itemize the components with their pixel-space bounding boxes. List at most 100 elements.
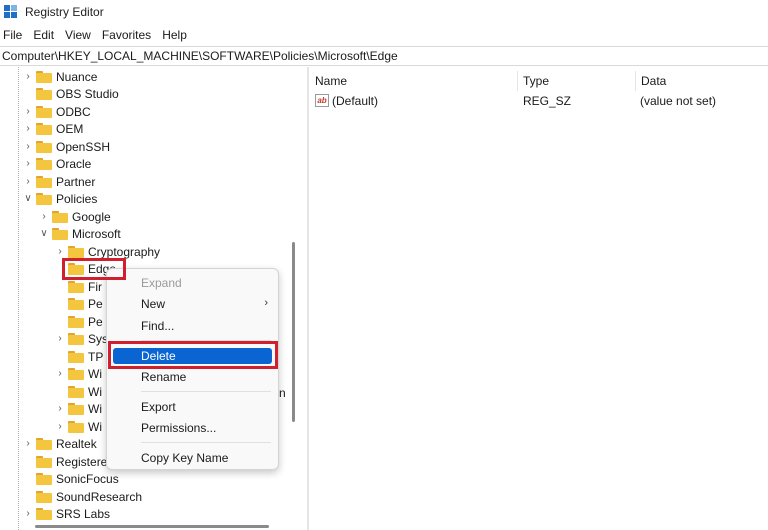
column-header-type[interactable]: Type [517,71,635,91]
tree-node-realtek[interactable]: › Realtek [22,435,96,452]
tree-node-policies[interactable]: ∨ Policies [22,190,97,207]
tree-node-label: ODBC [56,104,91,119]
values-list: Name Type Data ab (Default) REG_SZ (valu… [309,67,768,530]
tree-node-spacer [54,278,66,295]
menu-file[interactable]: File [3,28,22,42]
tree-node-pe-1[interactable]: Pe [54,295,103,312]
tree-node-obs-studio[interactable]: OBS Studio [22,85,119,102]
folder-icon [68,297,84,310]
column-header-name[interactable]: Name [309,71,517,91]
tree-node-pe-2[interactable]: Pe [54,313,103,330]
tree-node-nuance[interactable]: › Nuance [22,68,97,85]
tree-node-oracle[interactable]: › Oracle [22,155,91,172]
tree-node-label: Microsoft [72,226,121,241]
tree-node-wi-1[interactable]: › Wi [54,365,102,382]
tree-node-sys[interactable]: › Sys [54,330,108,347]
tree-node-spacer [54,348,66,365]
tree-node-tp[interactable]: TP [54,348,103,365]
context-menu-expand: Expand [141,276,182,290]
chevron-right-icon[interactable]: › [54,330,66,347]
tree-node-fir[interactable]: Fir [54,278,102,295]
address-bar[interactable]: Computer\HKEY_LOCAL_MACHINE\SOFTWARE\Pol… [0,46,768,66]
folder-icon [36,455,52,468]
folder-icon [36,87,52,100]
value-name: (Default) [332,94,379,108]
folder-icon [36,192,52,205]
title-bar: Registry Editor [0,0,768,24]
tree-node-srs-labs[interactable]: › SRS Labs [22,505,110,522]
tree-node-soundresearch[interactable]: SoundResearch [22,488,142,505]
context-menu-copy-key-name[interactable]: Copy Key Name [141,448,228,468]
tree-node-label: OEM [56,121,84,136]
tree-node-label: Pe [88,314,103,329]
folder-icon [36,140,52,153]
tree-node-label: SoundResearch [56,489,143,504]
column-header-data[interactable]: Data [635,71,768,91]
context-menu-new[interactable]: New [141,294,165,314]
tree-node-spacer [22,85,34,102]
folder-icon [36,70,52,83]
folder-icon [68,385,84,398]
chevron-right-icon[interactable]: › [22,155,34,172]
chevron-right-icon[interactable]: › [54,400,66,417]
tree-node-label: SonicFocus [56,471,119,486]
chevron-right-icon[interactable]: › [22,138,34,155]
chevron-right-icon[interactable]: › [22,68,34,85]
chevron-right-icon[interactable]: › [22,103,34,120]
tree-node-wi-2[interactable]: Wi [54,383,102,400]
chevron-right-icon: › [264,297,268,309]
tree-node-label: Pe [88,296,103,311]
context-menu-export[interactable]: Export [141,397,176,417]
folder-icon [68,332,84,345]
tree-node-oem[interactable]: › OEM [22,120,83,137]
chevron-right-icon[interactable]: › [22,505,34,522]
tree-node-sonicfocus[interactable]: SonicFocus [22,470,119,487]
tree-node-spacer [22,470,34,487]
menu-view[interactable]: View [65,28,91,42]
folder-icon [68,280,84,293]
string-value-icon: ab [315,94,329,107]
context-menu-rename[interactable]: Rename [141,367,186,387]
tree-node-google[interactable]: › Google [38,208,110,225]
tree-node-spacer [54,313,66,330]
context-menu-permissions[interactable]: Permissions... [141,418,216,438]
tree-node-spacer [54,295,66,312]
menu-help[interactable]: Help [162,28,187,42]
folder-icon [68,350,84,363]
chevron-right-icon[interactable]: › [22,173,34,190]
tree-node-label: Wi [88,419,102,434]
chevron-right-icon[interactable]: › [38,208,50,225]
tree-node-label-cutoff: n [279,386,286,400]
chevron-down-icon[interactable]: ∨ [38,225,50,242]
chevron-right-icon[interactable]: › [54,418,66,435]
tree-node-label: Oracle [56,156,92,171]
tree-node-microsoft[interactable]: ∨ Microsoft [38,225,121,242]
tree-node-label: TP [88,349,104,364]
tree-node-odbc[interactable]: › ODBC [22,103,91,120]
folder-icon [52,210,68,223]
menu-edit[interactable]: Edit [33,28,54,42]
chevron-right-icon[interactable]: › [54,365,66,382]
context-menu-find[interactable]: Find... [141,316,174,336]
tree-node-label: OBS Studio [56,86,119,101]
tree-node-label: SRS Labs [56,506,111,521]
tree-node-label: Nuance [56,69,98,84]
chevron-down-icon[interactable]: ∨ [22,190,34,207]
tree-node-wi-3[interactable]: › Wi [54,400,102,417]
folder-icon [68,402,84,415]
folder-icon [68,367,84,380]
tree-node-label: Fir [88,279,102,294]
chevron-right-icon[interactable]: › [22,435,34,452]
tree-node-openssh[interactable]: › OpenSSH [22,138,110,155]
tree-node-partner[interactable]: › Partner [22,173,95,190]
folder-icon [68,315,84,328]
value-row[interactable]: ab (Default) REG_SZ (value not set) [309,91,768,111]
folder-icon [36,437,52,450]
tree-horizontal-scrollbar[interactable] [35,525,269,528]
tree-vertical-scrollbar[interactable] [292,242,295,422]
tree-node-wi-4[interactable]: › Wi [54,418,102,435]
tree-node-label: Wi [88,366,102,381]
menu-favorites[interactable]: Favorites [102,28,151,42]
tree-guide-line [18,67,19,530]
chevron-right-icon[interactable]: › [22,120,34,137]
